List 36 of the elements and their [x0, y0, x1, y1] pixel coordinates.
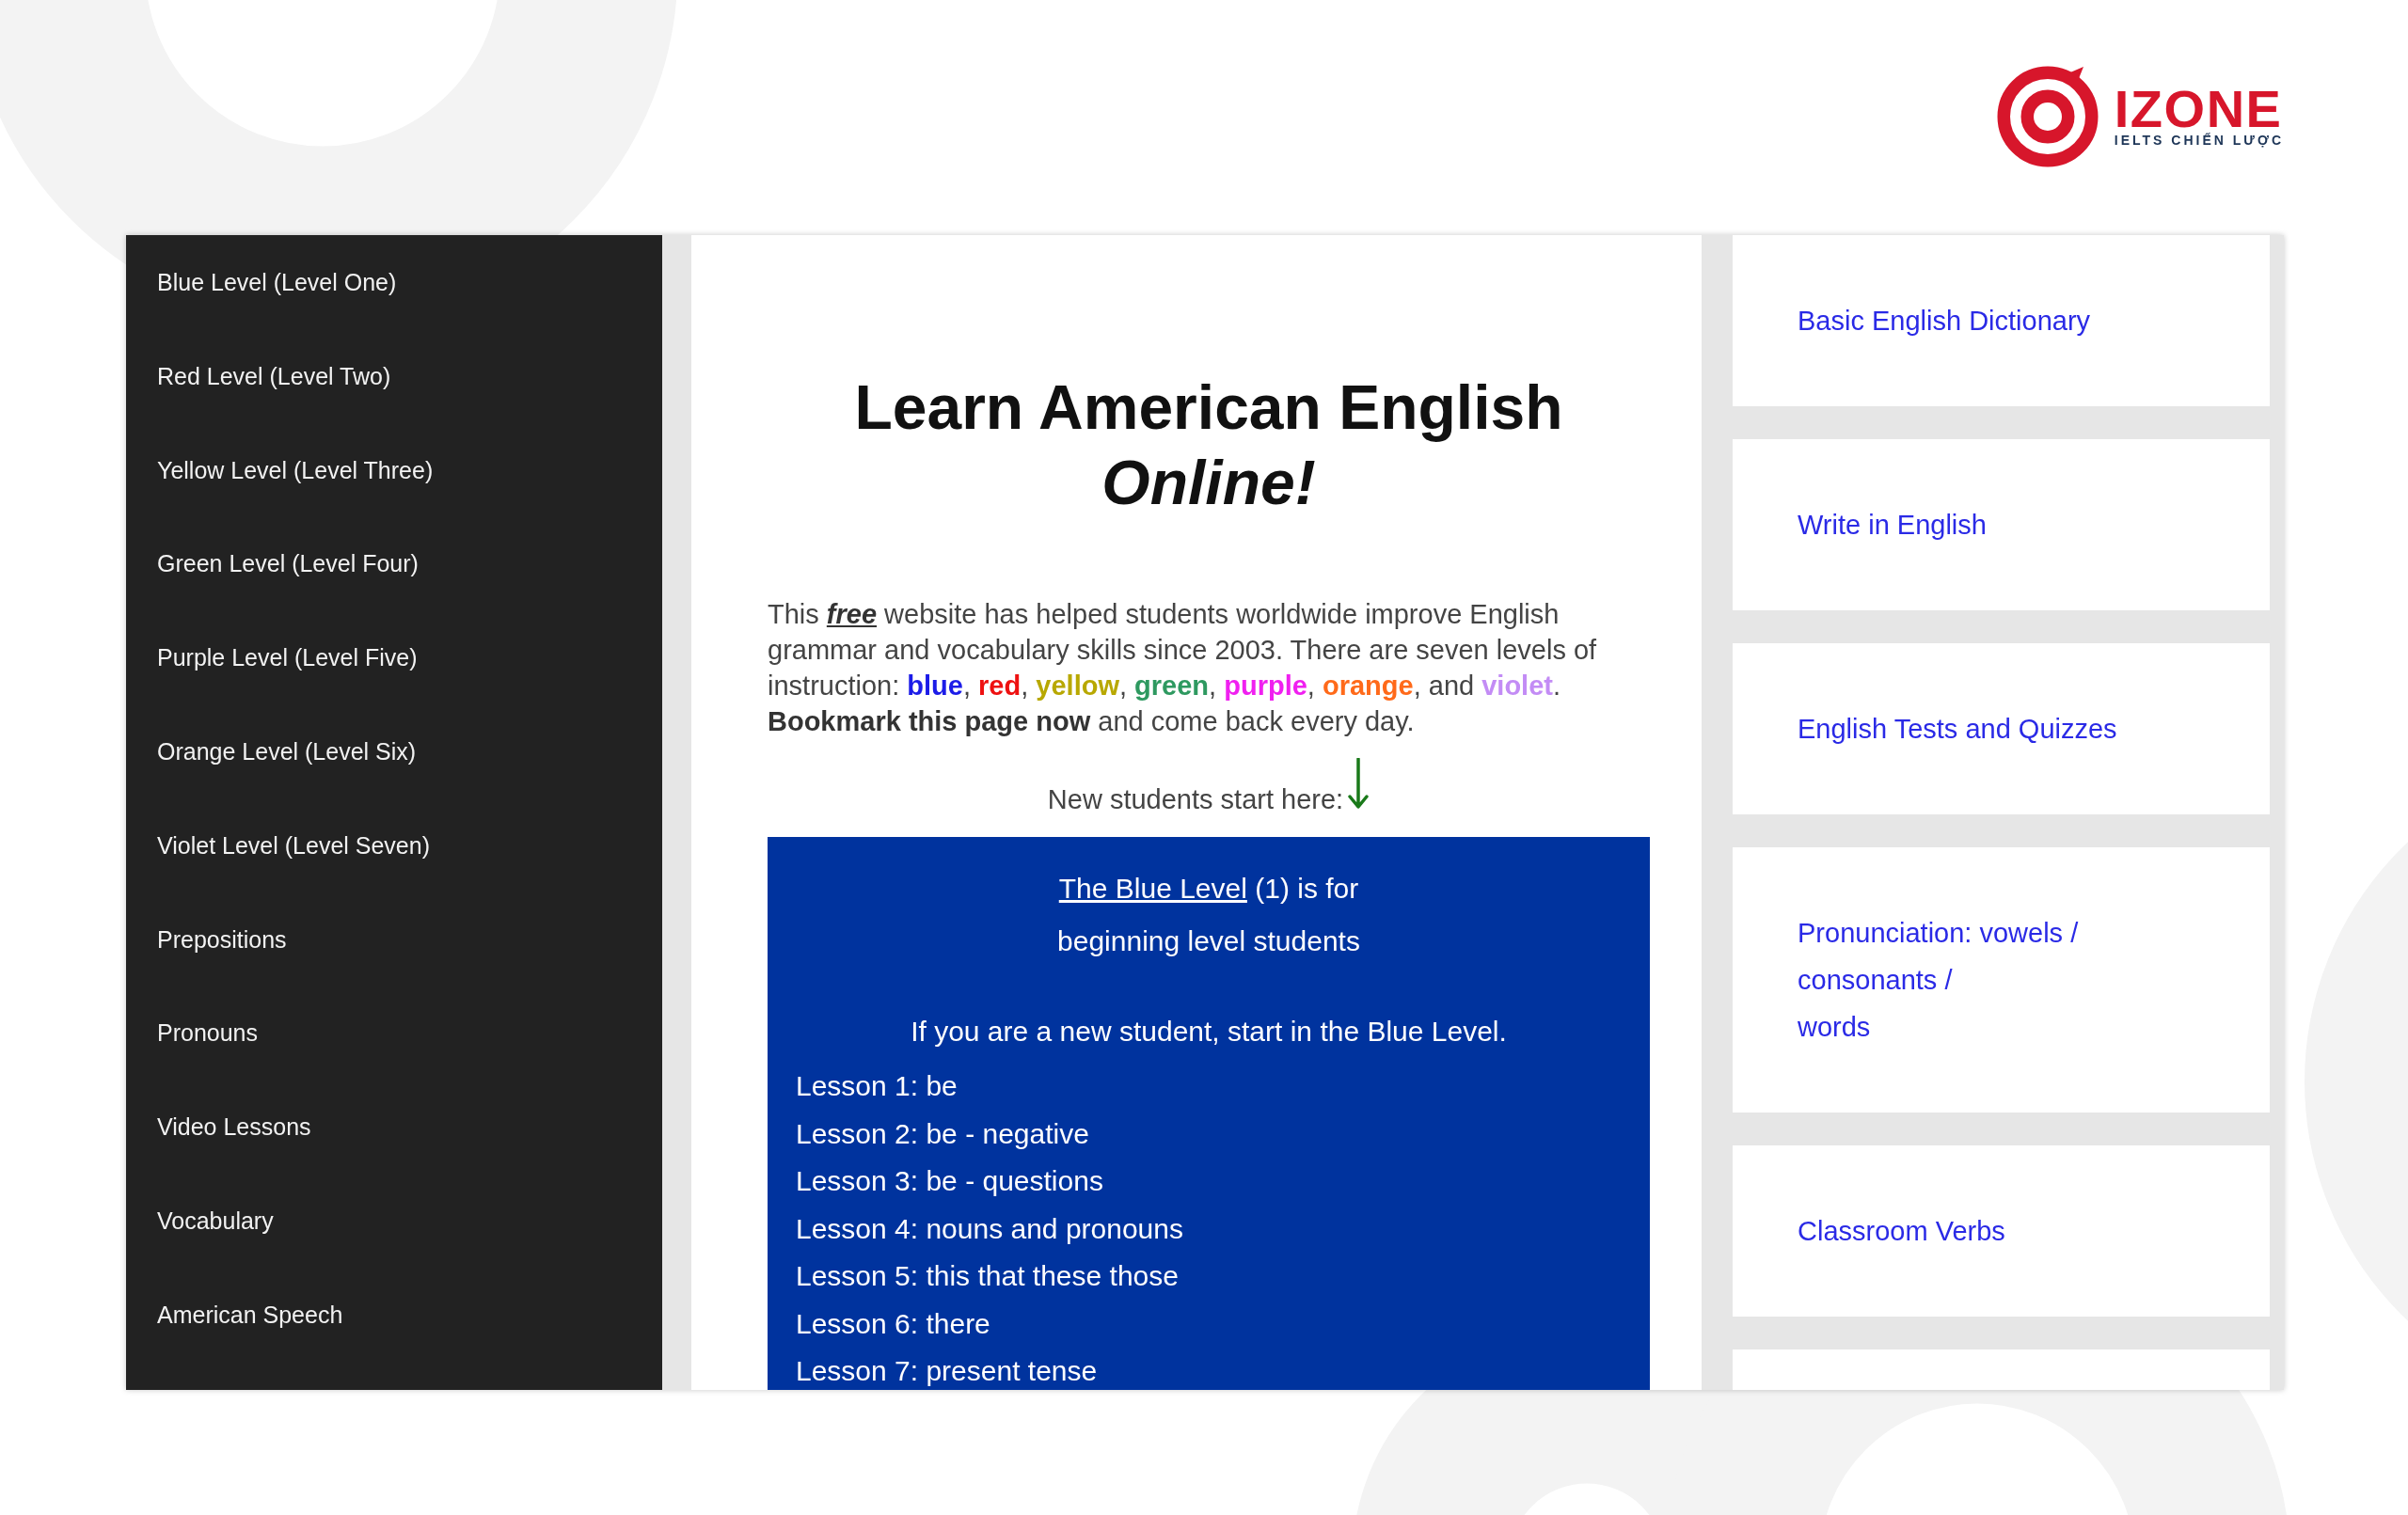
sidebar-link[interactable]: Pronouns [157, 1014, 259, 1052]
resource-link[interactable]: Pronunciation: vowels / [1798, 909, 2079, 956]
sidebar-link[interactable]: Red Level (Level Two) [157, 356, 391, 395]
intro-paragraph: This free website has helped students worldwide improve English grammar and vocabulary skills since 2003. There are seven levels of instruction: blue, red, yellow, green, purple, orange, and violet. Bookmark this page now and come back every day. [768, 598, 1598, 738]
sidebar-link[interactable]: Vocabulary [157, 1201, 274, 1239]
lesson-link[interactable]: Lesson 2: be - negative [796, 1117, 1089, 1150]
resource-link[interactable]: consonants / [1798, 956, 1953, 1003]
sidebar-link[interactable]: Video Lessons [157, 1108, 311, 1146]
level-intro-text: The Blue Level (1) is for [1057, 872, 1360, 906]
sidebar-link[interactable]: American Speech [157, 1295, 343, 1334]
lesson-link[interactable]: Lesson 3: be - questions [796, 1165, 1103, 1197]
lesson-link[interactable]: Lesson 5: this that these those [796, 1260, 1179, 1292]
level-link[interactable]: The Blue Level [1058, 873, 1247, 904]
resource-link[interactable]: English Tests and Quizzes [1798, 705, 2117, 752]
page-title: Learn American English Online! [853, 371, 1564, 519]
resource-link[interactable]: Classroom Verbs [1798, 1207, 2005, 1255]
resource-link[interactable]: Write in English [1798, 501, 1987, 548]
sidebar-link[interactable]: Yellow Level (Level Three) [157, 450, 434, 489]
sidebar-link[interactable]: Prepositions [157, 920, 287, 958]
lesson-link[interactable]: Lesson 1: be [796, 1070, 958, 1102]
sidebar-link[interactable]: Orange Level (Level Six) [157, 733, 417, 770]
resource-link[interactable]: words [1798, 1003, 1871, 1050]
lesson-link[interactable]: Lesson 6: there [796, 1307, 990, 1340]
logo-tagline: IELTS CHIẾN LƯỢC [2114, 133, 2284, 148]
sidebar-link[interactable]: Purple Level (Level Five) [157, 639, 418, 677]
resource-link[interactable]: Basic English Dictionary [1798, 297, 2091, 344]
lesson-link[interactable]: Lesson 7: present tense [796, 1355, 1098, 1387]
down-arrow-icon [1347, 758, 1370, 809]
start-prompt: New students start here: [1047, 783, 1344, 816]
lesson-link[interactable]: Lesson 4: nouns and pronouns [796, 1212, 1183, 1245]
sidebar-link[interactable]: Blue Level (Level One) [157, 263, 397, 301]
sidebar-link[interactable]: Violet Level (Level Seven) [157, 826, 430, 864]
new-student-note: If you are a new student, start in the Blue Level. [910, 1015, 1508, 1049]
sidebar-link[interactable]: Green Level (Level Four) [157, 544, 419, 583]
logo-wordmark: IZONE [2114, 86, 2283, 133]
level-subtitle: beginning level students [1056, 924, 1361, 958]
